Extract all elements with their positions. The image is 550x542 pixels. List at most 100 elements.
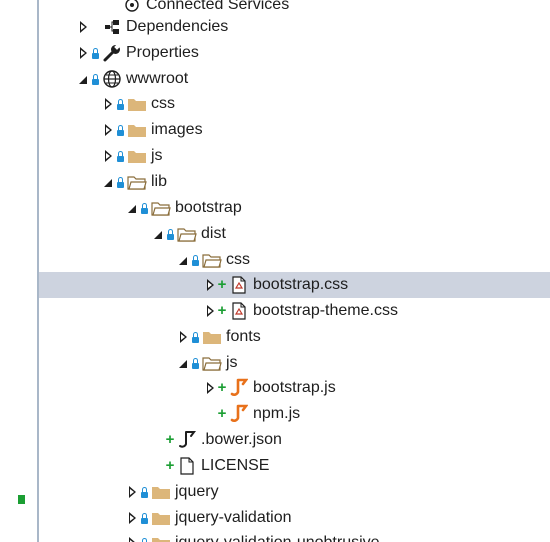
tree-item-license[interactable]: + LICENSE <box>39 453 550 479</box>
tree-item-label: bootstrap.css <box>253 276 349 293</box>
folder-icon <box>150 479 172 505</box>
wrench-icon <box>101 40 123 66</box>
lock-icon <box>114 169 126 195</box>
expand-arrow-icon[interactable] <box>102 117 114 143</box>
tree-item-images[interactable]: images <box>39 117 550 143</box>
tree-item-bower-json[interactable]: + .bower.json <box>39 427 550 453</box>
tree-item-label: js <box>226 354 238 371</box>
expand-arrow-icon[interactable] <box>102 91 114 117</box>
tree-item-label: lib <box>151 173 168 190</box>
tree-item-dependencies[interactable]: Dependencies <box>39 14 550 40</box>
tree-item-label: bootstrap-theme.css <box>253 302 398 319</box>
folder-open-icon <box>126 169 148 195</box>
tree-item-npm-js[interactable]: + npm.js <box>39 401 550 427</box>
lock-icon <box>164 221 176 247</box>
css-file-icon <box>228 272 250 298</box>
tree-item-bootstrap-css[interactable]: + bootstrap.css <box>39 272 550 298</box>
tree-item-jquery-validation[interactable]: jquery-validation <box>39 505 550 531</box>
tree-item-label: npm.js <box>253 405 301 422</box>
added-plus-icon: + <box>217 379 227 396</box>
added-plus-icon: + <box>165 431 175 448</box>
added-plus-icon: + <box>217 302 227 319</box>
expand-arrow-icon[interactable] <box>126 479 138 505</box>
file-icon <box>176 453 198 479</box>
tree-item-label: Properties <box>126 44 199 61</box>
collapse-arrow-icon[interactable] <box>126 195 138 221</box>
expand-arrow-icon[interactable] <box>204 298 216 324</box>
lock-icon <box>114 91 126 117</box>
expand-arrow-icon[interactable] <box>204 375 216 401</box>
js-file-icon <box>228 375 250 401</box>
tree-item-label: bootstrap.js <box>253 379 336 396</box>
lock-icon <box>114 143 126 169</box>
folder-icon <box>201 324 223 350</box>
expand-arrow-icon[interactable] <box>77 40 89 66</box>
tree-item-label: Dependencies <box>126 18 229 35</box>
tree-item-label: jquery-validation <box>175 509 292 526</box>
tree-item-wwwroot[interactable]: wwwroot <box>39 66 550 92</box>
lock-icon <box>89 66 101 92</box>
folder-open-icon <box>201 247 223 273</box>
tree-item-label: dist <box>201 225 226 242</box>
lock-icon <box>189 247 201 273</box>
tree-item-bootstrap-js[interactable]: + bootstrap.js <box>39 375 550 401</box>
tree-item-label: fonts <box>226 328 261 345</box>
lock-icon <box>138 479 150 505</box>
lock-icon <box>138 530 150 542</box>
collapse-arrow-icon[interactable] <box>152 221 164 247</box>
tree-item-label: js <box>151 147 163 164</box>
tree-item-label: jquery-validation-unobtrusive <box>175 534 380 542</box>
tree-item-label: LICENSE <box>201 457 270 474</box>
folder-icon <box>126 91 148 117</box>
tree-item-label: css <box>151 95 175 112</box>
added-plus-icon: + <box>165 457 175 474</box>
folder-icon <box>150 530 172 542</box>
tree-item-properties[interactable]: Properties <box>39 40 550 66</box>
expand-arrow-icon[interactable] <box>126 530 138 542</box>
folder-icon <box>150 505 172 531</box>
tree-item-js[interactable]: js <box>39 350 550 376</box>
lock-icon <box>114 117 126 143</box>
lock-icon <box>189 350 201 376</box>
folder-open-icon <box>201 350 223 376</box>
lock-icon <box>138 195 150 221</box>
collapse-arrow-icon[interactable] <box>177 350 189 376</box>
tree-item-fonts[interactable]: fonts <box>39 324 550 350</box>
tree-item-dist[interactable]: dist <box>39 221 550 247</box>
added-plus-icon: + <box>217 276 227 293</box>
expand-arrow-icon[interactable] <box>77 14 89 40</box>
tree-item-label: css <box>226 251 250 268</box>
expand-arrow-icon[interactable] <box>204 272 216 298</box>
tree-item-label: jquery <box>175 483 219 500</box>
tree-item-lib[interactable]: lib <box>39 169 550 195</box>
tree-item-css[interactable]: css <box>39 91 550 117</box>
added-plus-icon: + <box>217 405 227 422</box>
status-spacer <box>89 14 101 40</box>
folder-open-icon <box>150 195 172 221</box>
tree-item-label: bootstrap <box>175 199 242 216</box>
lock-icon <box>89 40 101 66</box>
collapse-arrow-icon[interactable] <box>102 169 114 195</box>
expand-arrow-icon[interactable] <box>126 505 138 531</box>
globe-icon <box>101 66 123 92</box>
collapse-arrow-icon[interactable] <box>77 66 89 92</box>
expand-arrow-icon[interactable] <box>177 324 189 350</box>
tree-item-jquery-validation-unobtrusive[interactable]: jquery-validation-unobtrusive <box>39 530 550 542</box>
tree-item-css[interactable]: css <box>39 247 550 273</box>
tree-item-jquery[interactable]: jquery <box>39 479 550 505</box>
json-file-icon <box>176 427 198 453</box>
tree-item-js[interactable]: js <box>39 143 550 169</box>
expand-arrow-icon[interactable] <box>102 143 114 169</box>
change-marker <box>18 495 25 504</box>
js-file-icon <box>228 401 250 427</box>
tree-item-bootstrap-theme-css[interactable]: + bootstrap-theme.css <box>39 298 550 324</box>
dependencies-icon <box>101 14 123 40</box>
collapse-arrow-icon[interactable] <box>177 247 189 273</box>
tree-item-label: .bower.json <box>201 431 282 448</box>
tree-item-label: Connected Services <box>146 0 290 13</box>
tree-item-bootstrap[interactable]: bootstrap <box>39 195 550 221</box>
folder-icon <box>126 117 148 143</box>
